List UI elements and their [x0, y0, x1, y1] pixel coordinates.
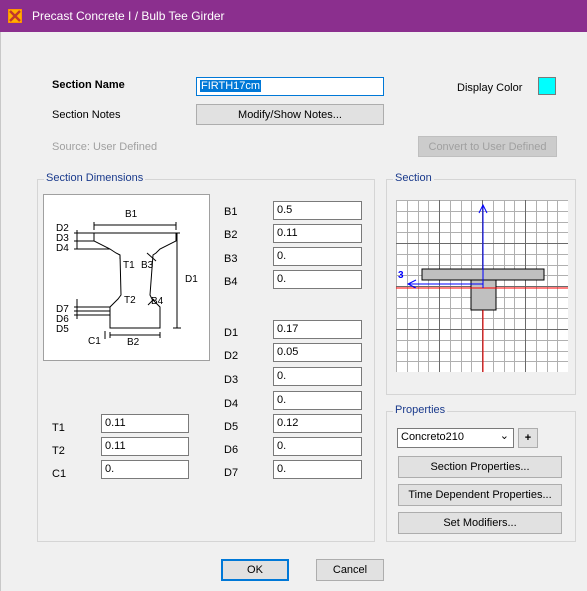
diagram-label-d5: D5 [56, 324, 69, 335]
field-label-d4: D4 [224, 398, 239, 410]
field-label-t2: T2 [52, 445, 65, 457]
section-dimensions-title: Section Dimensions [44, 172, 146, 184]
field-label-d3: D3 [224, 374, 239, 386]
title-bar[interactable]: Precast Concrete I / Bulb Tee Girder [0, 0, 587, 32]
diagram-label-d4: D4 [56, 243, 69, 254]
field-label-b2: B2 [224, 229, 238, 241]
section-name-value: FIRTH17cm [200, 80, 262, 92]
field-label-d7: D7 [224, 467, 239, 479]
section-preview-canvas: 3 [396, 200, 569, 373]
field-label-d5: D5 [224, 421, 239, 433]
ok-button[interactable]: OK [221, 559, 289, 581]
set-modifiers-button[interactable]: Set Modifiers... [398, 512, 562, 534]
field-label-d6: D6 [224, 444, 239, 456]
section-preview-svg: 3 [396, 200, 569, 373]
convert-to-user-defined-button[interactable]: Convert to User Defined [418, 136, 557, 157]
section-notes-label: Section Notes [52, 109, 121, 121]
field-label-d2: D2 [224, 350, 239, 362]
field-input-d6[interactable]: 0. [273, 437, 362, 456]
diagram-label-t1: T1 [123, 260, 135, 271]
field-input-b2[interactable]: 0.11 [273, 224, 362, 243]
field-label-d1: D1 [224, 327, 239, 339]
window-title: Precast Concrete I / Bulb Tee Girder [32, 9, 225, 23]
field-input-d3[interactable]: 0. [273, 367, 362, 386]
field-input-b3[interactable]: 0. [273, 247, 362, 266]
dialog-window: Precast Concrete I / Bulb Tee Girder Sec… [0, 0, 587, 591]
field-label-c1: C1 [52, 468, 67, 480]
field-input-d2[interactable]: 0.05 [273, 343, 362, 362]
diagram-label-b3: B3 [141, 260, 154, 271]
time-dependent-properties-button[interactable]: Time Dependent Properties... [398, 484, 562, 506]
field-label-b4: B4 [224, 276, 238, 288]
modify-notes-button[interactable]: Modify/Show Notes... [196, 104, 384, 125]
section-preview-title: Section [393, 172, 434, 184]
display-color-label: Display Color [457, 82, 523, 94]
field-label-b1: B1 [224, 206, 238, 218]
diagram-label-b4: B4 [151, 296, 164, 307]
field-input-c1[interactable]: 0. [101, 460, 189, 479]
display-color-swatch[interactable] [538, 77, 556, 95]
girder-diagram: B1 D1 D2 D3 D4 T1 B3 T2 B4 D7 D6 D5 C1 B… [43, 194, 210, 361]
diagram-label-b2: B2 [127, 337, 140, 348]
diagram-label-d1: D1 [185, 274, 198, 285]
field-input-d7[interactable]: 0. [273, 460, 362, 479]
section-name-label: Section Name [52, 79, 125, 91]
material-select[interactable]: Concreto210 ⌄ [397, 428, 514, 448]
window-left-border [0, 32, 1, 591]
section-name-input[interactable]: FIRTH17cm [196, 77, 384, 96]
cancel-button[interactable]: Cancel [316, 559, 384, 581]
field-input-t1[interactable]: 0.11 [101, 414, 189, 433]
section-properties-button[interactable]: Section Properties... [398, 456, 562, 478]
properties-title: Properties [393, 404, 448, 416]
source-label: Source: User Defined [52, 141, 158, 153]
field-input-d5[interactable]: 0.12 [273, 414, 362, 433]
field-input-t2[interactable]: 0.11 [101, 437, 189, 456]
field-input-b1[interactable]: 0.5 [273, 201, 362, 220]
diagram-label-t2: T2 [124, 295, 136, 306]
axis-3-label: 3 [398, 270, 404, 281]
girder-diagram-svg: B1 D1 D2 D3 D4 T1 B3 T2 B4 D7 D6 D5 C1 B… [56, 209, 198, 348]
diagram-label-c1: C1 [88, 336, 101, 347]
field-input-d4[interactable]: 0. [273, 391, 362, 410]
field-input-b4[interactable]: 0. [273, 270, 362, 289]
field-label-t1: T1 [52, 422, 65, 434]
add-material-button[interactable]: + [518, 428, 538, 448]
chevron-down-icon: ⌄ [499, 430, 509, 442]
material-select-value: Concreto210 [401, 431, 464, 443]
field-label-b3: B3 [224, 253, 238, 265]
field-input-d1[interactable]: 0.17 [273, 320, 362, 339]
diagram-label-b1: B1 [125, 209, 138, 220]
app-icon [8, 9, 22, 23]
